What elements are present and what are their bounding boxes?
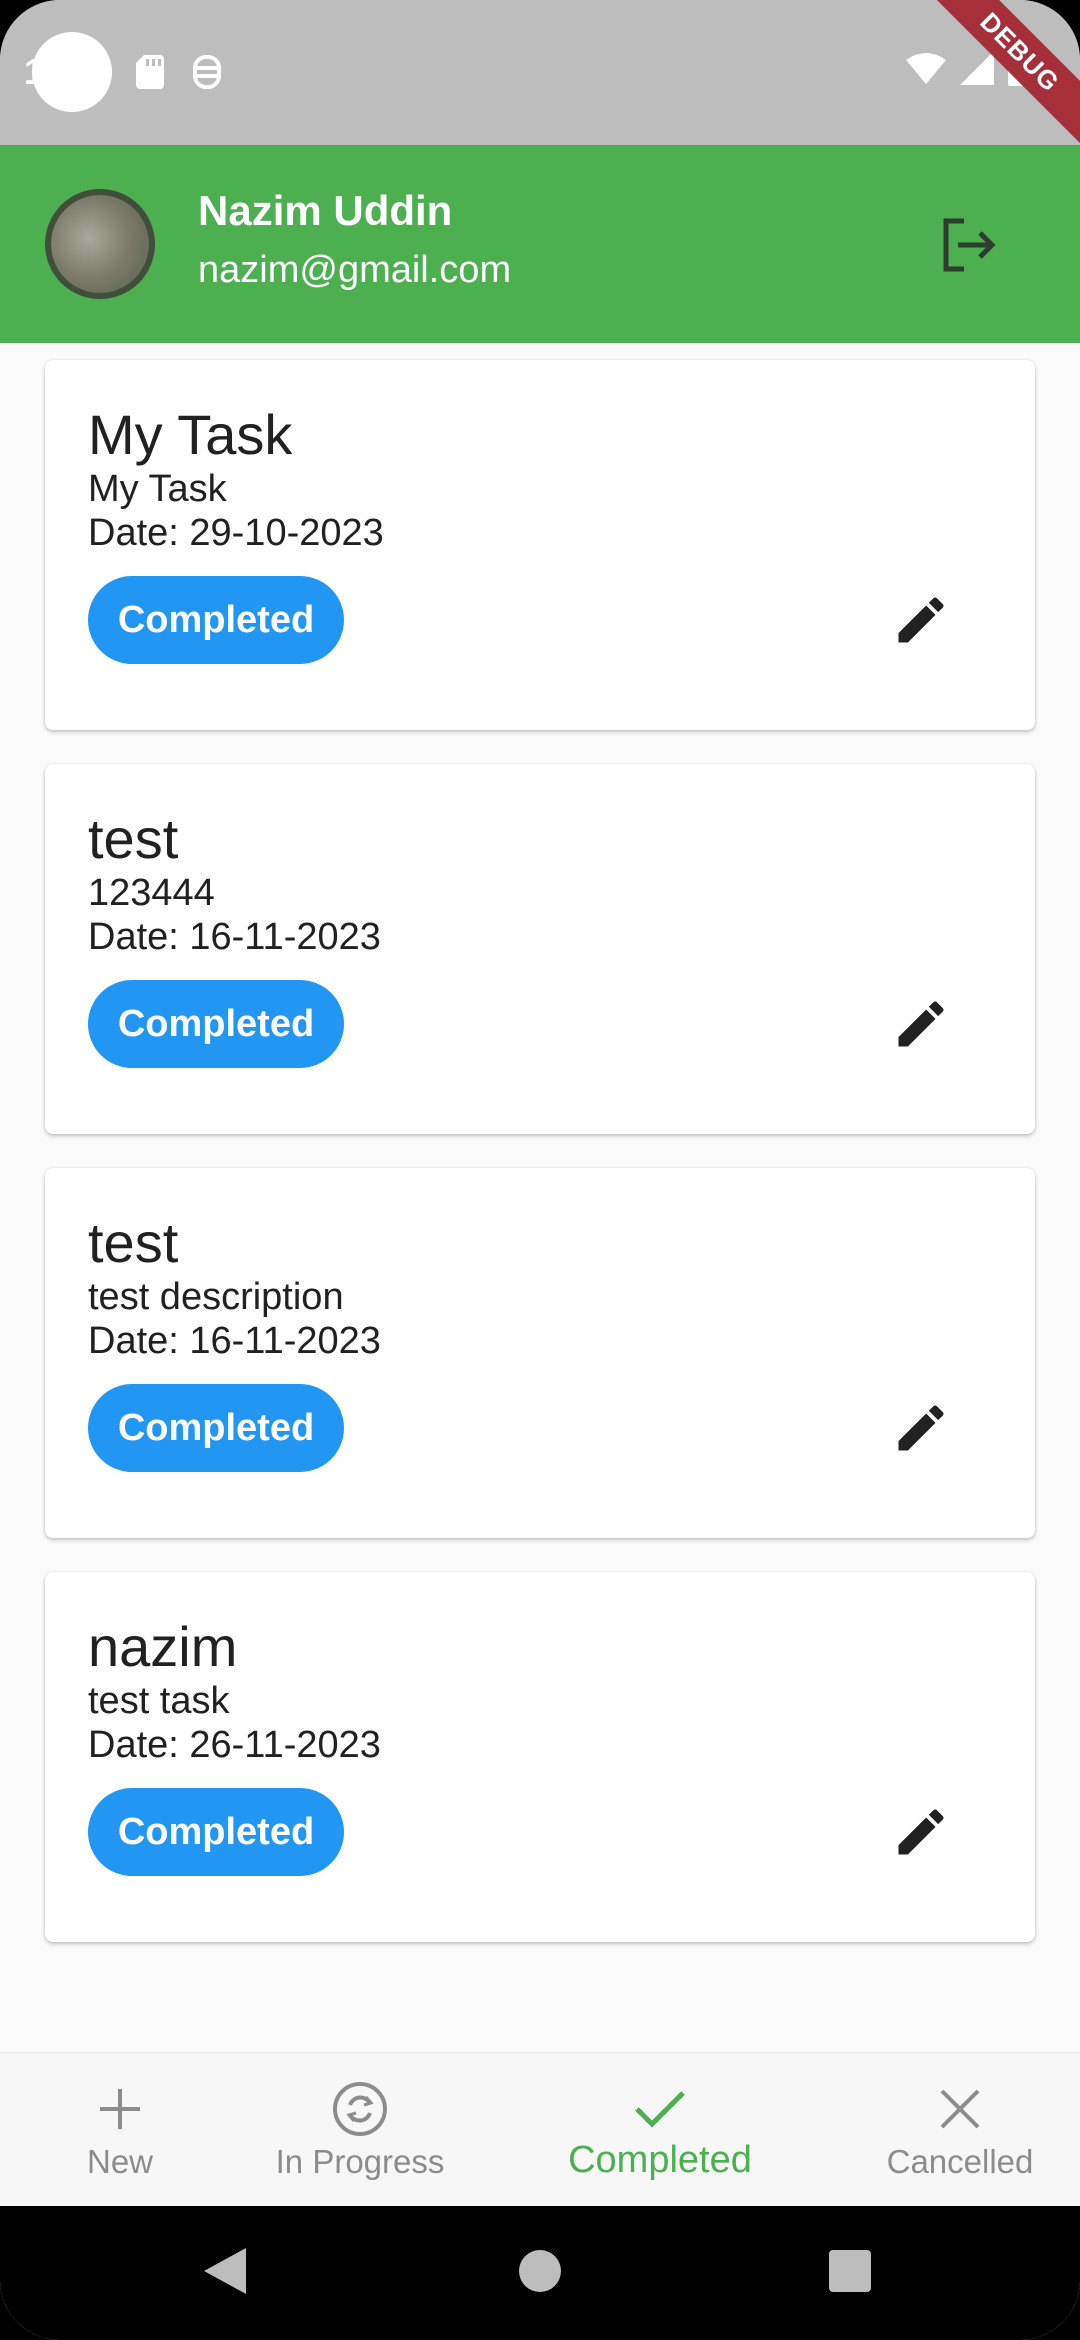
edit-icon[interactable] <box>891 1398 951 1458</box>
status-chip[interactable]: Completed <box>88 980 344 1068</box>
vpn-icon <box>193 55 222 89</box>
sd-card-icon <box>136 55 165 89</box>
nav-label-in-progress: In Progress <box>275 2143 445 2180</box>
task-title: test <box>88 1211 179 1274</box>
task-card[interactable]: test 123444 Date: 16-11-2023 Completed <box>45 764 1035 1134</box>
sync-icon-wrap <box>332 2081 388 2137</box>
logout-icon[interactable] <box>936 213 1000 277</box>
task-title: My Task <box>88 403 293 466</box>
task-list: My Task My Task Date: 29-10-2023 Complet… <box>45 360 1035 1976</box>
sync-icon <box>333 2082 387 2136</box>
nav-item-in-progress[interactable]: In Progress <box>250 2053 470 2207</box>
task-card[interactable]: test test description Date: 16-11-2023 C… <box>45 1168 1035 1538</box>
plus-icon <box>100 2089 140 2129</box>
user-email: nazim@gmail.com <box>198 249 512 291</box>
signal-icon <box>960 51 994 85</box>
user-name: Nazim Uddin <box>198 187 453 234</box>
check-icon-wrap <box>634 2081 686 2137</box>
plus-icon-wrap <box>98 2081 142 2137</box>
task-card[interactable]: My Task My Task Date: 29-10-2023 Complet… <box>45 360 1035 730</box>
back-icon[interactable] <box>202 2246 248 2296</box>
task-date: Date: 26-11-2023 <box>88 1724 381 1766</box>
task-description: test task <box>88 1680 230 1722</box>
profile-header[interactable]: Nazim Uddin nazim@gmail.com <box>0 145 1080 343</box>
status-bar: 1 DEBUG <box>0 0 1080 160</box>
task-title: test <box>88 807 179 870</box>
nav-label-cancelled: Cancelled <box>886 2143 1034 2180</box>
avatar[interactable] <box>45 189 155 299</box>
edit-icon[interactable] <box>891 994 951 1054</box>
recents-icon[interactable] <box>828 2246 872 2296</box>
check-icon <box>635 2091 685 2128</box>
system-nav-bar <box>0 2206 1080 2340</box>
status-chip[interactable]: Completed <box>88 576 344 664</box>
close-icon <box>940 2089 980 2129</box>
nav-label-completed: Completed <box>568 2139 752 2181</box>
status-chip[interactable]: Completed <box>88 1384 344 1472</box>
status-left: 1 <box>24 32 222 112</box>
camera-cutout <box>32 32 113 112</box>
app-screen: 1 DEBUG <box>0 0 1080 2340</box>
nav-item-cancelled[interactable]: Cancelled <box>870 2053 1050 2207</box>
task-title: nazim <box>88 1615 238 1678</box>
task-date: Date: 29-10-2023 <box>88 512 384 554</box>
task-card[interactable]: nazim test task Date: 26-11-2023 Complet… <box>45 1572 1035 1942</box>
close-icon-wrap <box>939 2081 981 2137</box>
task-date: Date: 16-11-2023 <box>88 916 381 958</box>
edit-icon[interactable] <box>891 590 951 650</box>
edit-icon[interactable] <box>891 1802 951 1862</box>
task-description: 123444 <box>88 872 215 914</box>
nav-item-completed[interactable]: Completed <box>550 2053 770 2207</box>
nav-label-new: New <box>86 2143 154 2180</box>
wifi-icon <box>906 53 946 84</box>
task-description: test description <box>88 1276 344 1318</box>
task-description: My Task <box>88 468 227 510</box>
task-date: Date: 16-11-2023 <box>88 1320 381 1362</box>
nav-item-new[interactable]: New <box>40 2053 200 2207</box>
bottom-nav: New In Progress Completed Cancelled <box>0 2052 1080 2207</box>
status-chip[interactable]: Completed <box>88 1788 344 1876</box>
home-icon[interactable] <box>518 2246 562 2296</box>
